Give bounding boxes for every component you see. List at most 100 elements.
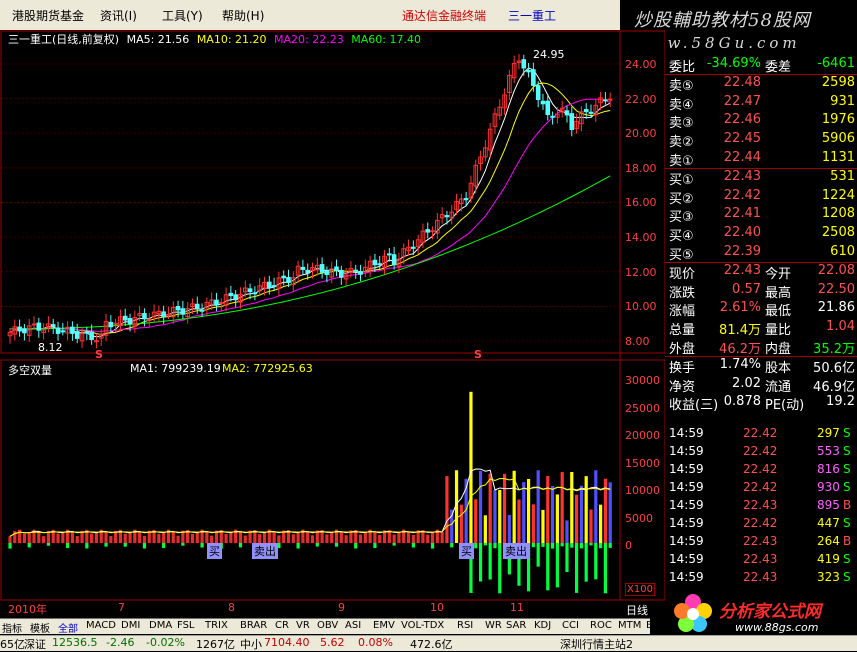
quote-row: 总量 81.4万 量比 1.04: [665, 318, 857, 338]
indicator-tab[interactable]: DMA: [149, 620, 172, 631]
volume-bar-negative: [296, 543, 300, 549]
menu-item-help[interactable]: 帮助(H): [222, 7, 264, 24]
kline-chart[interactable]: [0, 30, 666, 620]
indicator-tab[interactable]: ASI: [345, 620, 361, 631]
candle-body: [339, 269, 344, 278]
volume-bar: [205, 531, 209, 543]
quote-row: 委比 -34.69% 委差 -6461: [665, 55, 857, 75]
tick-price: 22.43: [743, 498, 778, 512]
candle-body: [324, 270, 330, 275]
volume-bar: [262, 532, 267, 543]
quote-value: 5906: [821, 131, 855, 147]
x-tick-label: 7: [118, 601, 125, 614]
volume-bar: [589, 509, 593, 543]
tick-row: 14:59 22.42 816 S: [665, 461, 857, 479]
quote-row: 现价 22.43 今开 22.08: [665, 262, 857, 282]
indicator-tab[interactable]: 模板: [30, 620, 50, 635]
indicator-tab[interactable]: VR: [296, 620, 310, 631]
indicator-tab[interactable]: VOL-TDX: [401, 620, 444, 631]
x-tick-label: 9: [338, 601, 345, 614]
indicator-tab[interactable]: WR: [485, 620, 502, 631]
indicator-tab[interactable]: ROC: [590, 620, 612, 631]
indicator-tab[interactable]: 全部: [58, 620, 78, 635]
app-title: 通达信金融终端: [402, 9, 487, 23]
tick-price: 22.43: [743, 534, 778, 548]
volume-bar-negative: [493, 543, 497, 549]
volume-bar: [392, 534, 396, 543]
volume-bar-negative: [594, 543, 598, 580]
volume-bar: [162, 532, 166, 543]
menu-item-info[interactable]: 资讯(I): [100, 7, 137, 24]
ma60-label: MA60: 17.40: [351, 33, 421, 46]
period-label[interactable]: 日线: [626, 602, 648, 618]
volume-bar-negative: [238, 543, 243, 548]
candle-body: [271, 285, 277, 288]
candle-body: [74, 331, 80, 339]
candle-body: [463, 198, 469, 201]
indicator-tab[interactable]: BRAR: [240, 620, 267, 631]
volume-bar-negative: [27, 543, 31, 548]
indicator-tab[interactable]: TRIX: [205, 620, 228, 631]
indicator-tab[interactable]: FSL: [177, 620, 195, 631]
tick-price: 22.43: [743, 570, 778, 584]
sub-chart-title: 多空双量: [8, 364, 52, 377]
quote-key: 内盘: [765, 342, 792, 357]
volume-bar: [61, 533, 65, 543]
volume-bar: [339, 531, 343, 543]
quote-value: 22.46: [723, 112, 761, 128]
volume-bar: [291, 534, 295, 543]
volume-bar: [522, 482, 526, 543]
candle-body: [180, 308, 186, 315]
indicator-tab[interactable]: 指标: [2, 620, 22, 635]
volume-bar-negative: [392, 543, 396, 546]
quote-key: 买①: [669, 172, 694, 188]
x-tick-label: 8: [228, 601, 235, 614]
indicator-tab[interactable]: EMV: [373, 620, 395, 631]
volume-bar: [584, 476, 588, 543]
indicator-tab[interactable]: CCI: [562, 620, 579, 631]
volume-bar-negative: [584, 543, 588, 582]
menu-item-tools[interactable]: 工具(Y): [162, 7, 203, 24]
quote-value: 22.45: [723, 131, 761, 147]
quote-value: 1131: [821, 150, 855, 165]
volume-bar-negative: [474, 543, 478, 549]
volume-bar-negative: [478, 543, 483, 582]
indicator-tab[interactable]: OBV: [317, 620, 338, 631]
buy-tag-1: 买: [207, 543, 222, 559]
volume-bar: [507, 514, 511, 543]
candle-body: [127, 318, 133, 325]
quote-key: 换手: [669, 360, 696, 376]
indicator-tab[interactable]: MACD: [86, 620, 116, 631]
volume-bar-negative: [430, 543, 435, 549]
quote-key: 买③: [669, 210, 694, 226]
volume-bar: [310, 535, 315, 543]
tick-time: 14:59: [669, 426, 704, 440]
candle-body: [84, 331, 90, 334]
quote-value: 22.42: [723, 187, 761, 203]
candle-body: [444, 215, 450, 218]
indicator-tab[interactable]: MTM: [618, 620, 641, 631]
indicator-tab[interactable]: SAR: [506, 620, 526, 631]
volume-bar-negative: [181, 543, 185, 546]
quote-row: 卖② 22.45 5906: [665, 130, 857, 150]
quote-key: 委差: [765, 60, 792, 75]
quote-key: 外盘: [669, 342, 696, 357]
quote-value: 2.02: [732, 375, 761, 391]
quote-row: 净资 2.02 流通 46.9亿: [665, 375, 857, 395]
menu-item-hk-futures[interactable]: 港股期货基金: [12, 7, 84, 24]
quote-row: 买② 22.42 1224: [665, 187, 857, 207]
candle-body: [334, 266, 339, 271]
indicator-tab[interactable]: KDJ: [534, 620, 551, 631]
candle-body: [50, 324, 56, 328]
indicator-tab[interactable]: DMI: [121, 620, 140, 631]
indicator-tab[interactable]: CR: [275, 620, 289, 631]
sub-ma1-label: MA1: 799239.19: [130, 362, 221, 375]
indicator-tab[interactable]: RSI: [457, 620, 473, 631]
quote-row: 买③ 22.41 1208: [665, 205, 857, 226]
volume-bar: [157, 533, 161, 543]
tick-side: S: [843, 480, 851, 494]
quote-row: 卖⑤ 22.48 2598: [665, 74, 857, 94]
volume-bar: [598, 504, 603, 543]
chart-area[interactable]: 三一重工(日线,前复权) MA5: 21.56 MA10: 21.20 MA20…: [0, 30, 666, 620]
volume-bar-negative: [498, 543, 502, 594]
